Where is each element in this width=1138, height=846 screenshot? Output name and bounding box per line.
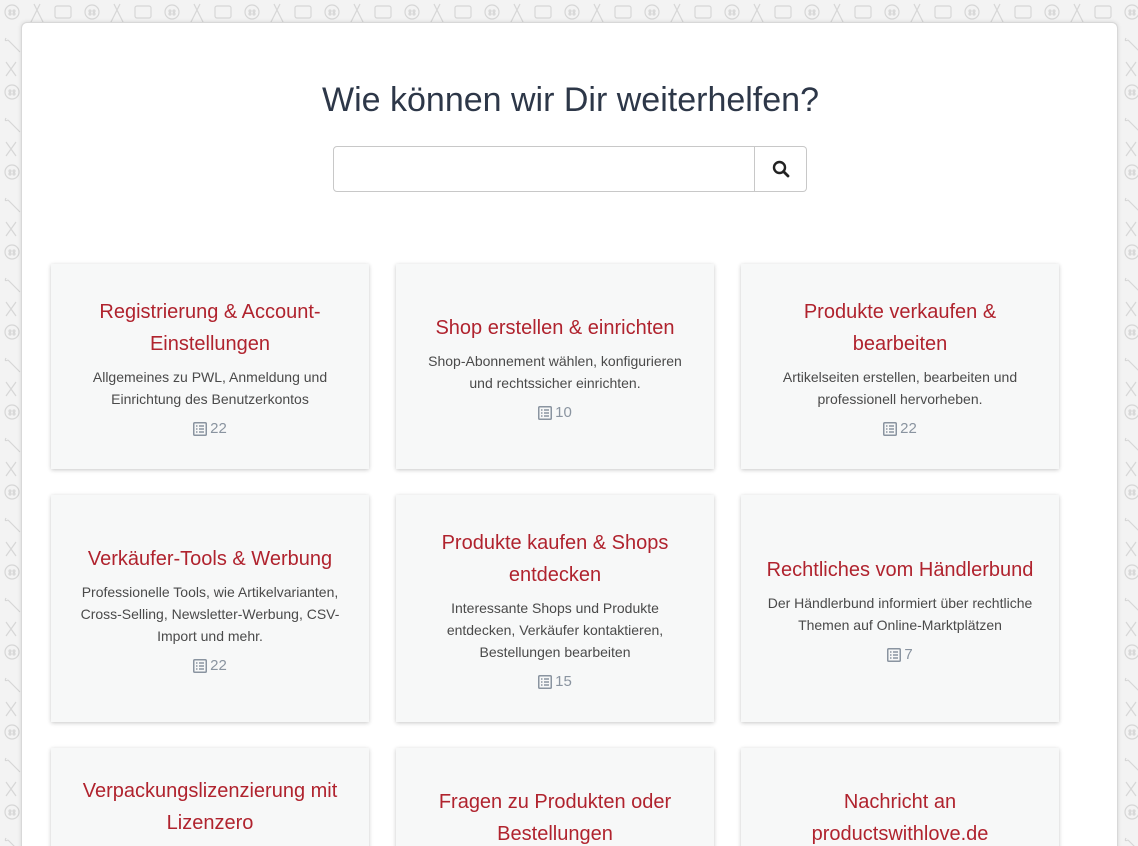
category-description: Interessante Shops und Produkte entdecke… — [446, 600, 664, 660]
article-count: 22 — [193, 420, 227, 437]
category-title[interactable]: Produkte verkaufen & bearbeiten — [763, 296, 1037, 360]
search-button[interactable] — [755, 146, 807, 192]
category-title[interactable]: Fragen zu Produkten oder Bestellungen — [418, 786, 692, 846]
category-card-verpackungslizenzierung[interactable]: Verpackungslizenzierung mit Lizenzero — [51, 748, 369, 846]
category-card-shop-erstellen[interactable]: Shop erstellen & einrichten Shop-Abonnem… — [396, 264, 714, 469]
article-count: 15 — [538, 673, 572, 690]
article-count-value: 7 — [904, 646, 913, 663]
article-count: 22 — [193, 657, 227, 674]
article-count: 22 — [883, 420, 917, 437]
article-count-value: 10 — [555, 404, 572, 421]
category-title[interactable]: Registrierung & Account-Einstellungen — [73, 296, 347, 360]
category-card-produkte-verkaufen[interactable]: Produkte verkaufen & bearbeiten Artikels… — [741, 264, 1059, 469]
article-count-value: 22 — [210, 657, 227, 674]
list-document-icon — [887, 647, 902, 662]
list-document-icon — [538, 405, 553, 420]
category-card-registrierung[interactable]: Registrierung & Account-Einstellungen Al… — [51, 264, 369, 469]
category-description: Der Händlerbund informiert über rechtlic… — [767, 595, 1033, 633]
category-title[interactable]: Rechtliches vom Händlerbund — [767, 554, 1034, 586]
category-description: Shop-Abonnement wählen, konfigurieren un… — [428, 353, 682, 391]
category-card-fragen-produkte[interactable]: Fragen zu Produkten oder Bestellungen — [396, 748, 714, 846]
help-center-panel: Wie können wir Dir weiterhelfen? Registr… — [21, 22, 1118, 846]
article-count-value: 22 — [900, 420, 917, 437]
category-card-rechtliches[interactable]: Rechtliches vom Händlerbund Der Händlerb… — [741, 495, 1059, 722]
category-title[interactable]: Verkäufer-Tools & Werbung — [88, 543, 332, 575]
category-card-nachricht[interactable]: Nachricht an productswithlove.de — [741, 748, 1059, 846]
category-card-verkaeufer-tools[interactable]: Verkäufer-Tools & Werbung Professionelle… — [51, 495, 369, 722]
category-title[interactable]: Verpackungslizenzierung mit Lizenzero — [73, 775, 347, 839]
category-description: Artikelseiten erstellen, bearbeiten und … — [782, 369, 1018, 407]
search-input[interactable] — [333, 146, 755, 192]
category-description: Professionelle Tools, wie Artikelvariant… — [80, 584, 340, 644]
category-title[interactable]: Produkte kaufen & Shops entdecken — [418, 527, 692, 591]
page-headline: Wie können wir Dir weiterhelfen? — [322, 81, 819, 119]
category-title[interactable]: Nachricht an productswithlove.de — [763, 786, 1037, 846]
article-count-value: 22 — [210, 420, 227, 437]
category-card-produkte-kaufen[interactable]: Produkte kaufen & Shops entdecken Intere… — [396, 495, 714, 722]
list-document-icon — [193, 421, 208, 436]
article-count-value: 15 — [555, 673, 572, 690]
category-title[interactable]: Shop erstellen & einrichten — [435, 312, 674, 344]
article-count: 10 — [538, 404, 572, 421]
list-document-icon — [193, 658, 208, 673]
list-document-icon — [538, 674, 553, 689]
search-bar — [333, 146, 807, 192]
search-icon — [772, 160, 789, 178]
list-document-icon — [883, 421, 898, 436]
category-description: Allgemeines zu PWL, Anmeldung und Einric… — [92, 369, 328, 407]
article-count: 7 — [887, 646, 913, 663]
